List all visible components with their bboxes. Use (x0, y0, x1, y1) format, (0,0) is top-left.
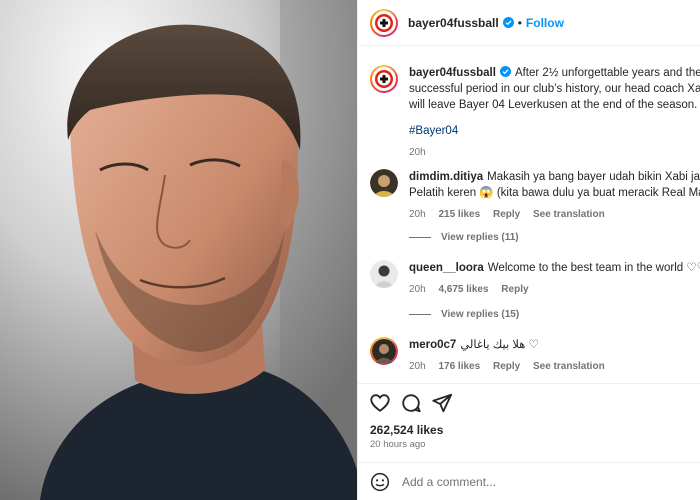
caption-text-line3: will leave Bayer 04 Leverkusen at the en… (409, 99, 698, 111)
post-detail-panel: bayer04fussball • Follow bayer04fussball… (357, 0, 700, 500)
like-count[interactable]: 262,524 likes (370, 423, 443, 437)
post-timestamp: 20 hours ago (370, 439, 426, 450)
add-comment-input[interactable] (402, 474, 682, 489)
replies-line (409, 237, 431, 238)
comment-body: queen__loora Welcome to the best team in … (409, 260, 700, 298)
commenter-username[interactable]: mero0c7 (409, 339, 456, 351)
caption-text-line2: successful period in our club’s history,… (409, 83, 700, 95)
caption-avatar[interactable] (370, 65, 398, 93)
avatar-image-icon (372, 339, 396, 363)
post-actions-bar (358, 383, 700, 423)
comment-icon[interactable] (400, 392, 422, 414)
comment-body: mero0c7 ♡ هلا بيك ياغالي 20h 176 likes Re… (409, 337, 700, 375)
comments-list[interactable]: bayer04fussball After 2½ unforgettable ye… (358, 47, 700, 382)
caption-hashtag[interactable]: #Bayer04 (409, 123, 700, 139)
avatar-image-icon (370, 169, 398, 197)
emoji-icon[interactable] (370, 472, 390, 492)
replies-line (409, 314, 431, 315)
reply-button[interactable]: Reply (501, 284, 528, 295)
add-comment-bar (358, 462, 700, 500)
verified-badge-icon (499, 66, 511, 77)
view-replies-label: View replies (11) (441, 232, 519, 243)
comment-text-line2: Pelatih keren 😱 (kita bawa dulu ya buat … (409, 187, 700, 199)
comment-likes[interactable]: 215 likes (438, 209, 480, 220)
bayer04-logo-icon (375, 70, 393, 88)
reply-button[interactable]: Reply (493, 361, 520, 372)
view-replies-button[interactable]: View replies (11) (409, 232, 519, 243)
commenter-username[interactable]: dimdim.ditiya (409, 171, 483, 183)
commenter-avatar[interactable] (370, 260, 398, 288)
follow-button[interactable]: Follow (526, 16, 564, 30)
commenter-avatar[interactable] (370, 169, 398, 197)
comment-likes[interactable]: 4,675 likes (438, 284, 488, 295)
post-image-portrait (0, 0, 357, 500)
commenter-avatar[interactable] (370, 337, 398, 365)
bayer04-logo-icon (375, 13, 393, 32)
comment-time: 20h (409, 209, 426, 220)
author-username[interactable]: bayer04fussball (408, 16, 499, 30)
verified-badge-icon (502, 17, 514, 28)
caption-text-line1: After 2½ unforgettable years and the mos… (514, 67, 700, 79)
comment-body: dimdim.ditiya Makasih ya bang bayer udah … (409, 169, 700, 223)
comment-text: ♡ هلا بيك ياغالي (460, 339, 539, 351)
caption-body: bayer04fussball After 2½ unforgettable ye… (409, 65, 700, 161)
comment-text: Welcome to the best team in the world ♡♡ (487, 262, 700, 274)
view-replies-label: View replies (15) (441, 309, 520, 320)
author-avatar[interactable] (370, 8, 398, 37)
share-icon[interactable] (431, 392, 453, 414)
avatar-image-icon (370, 260, 398, 288)
comment-text-line1: Makasih ya bang bayer udah bikin Xabi ja… (487, 171, 700, 183)
comment-item: queen__loora Welcome to the best team in … (370, 260, 700, 295)
post-header: bayer04fussball • Follow (358, 0, 700, 46)
reply-button[interactable]: Reply (493, 209, 520, 220)
comment-item: dimdim.ditiya Makasih ya bang bayer udah … (370, 169, 700, 220)
comment-likes[interactable]: 176 likes (438, 361, 480, 372)
post-image[interactable] (0, 0, 357, 500)
see-translation-button[interactable]: See translation (533, 361, 605, 372)
caption-time: 20h (409, 147, 426, 158)
see-translation-button[interactable]: See translation (533, 209, 605, 220)
separator-dot: • (517, 15, 522, 30)
commenter-username[interactable]: queen__loora (409, 262, 484, 274)
comment-time: 20h (409, 361, 426, 372)
view-replies-button[interactable]: View replies (15) (409, 309, 519, 320)
comment-time: 20h (409, 284, 426, 295)
caption-username[interactable]: bayer04fussball (409, 67, 496, 79)
heart-icon[interactable] (369, 392, 391, 414)
